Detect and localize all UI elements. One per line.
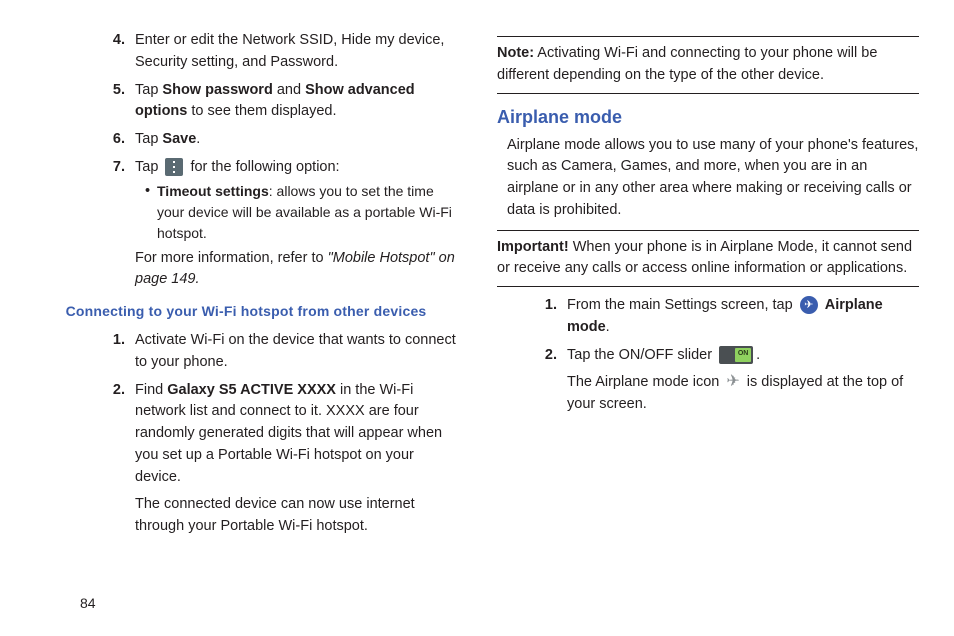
item-text: From the main Settings screen, tap ✈ Air…: [567, 295, 919, 339]
item-number: 2.: [537, 345, 567, 417]
list-item: 1. Activate Wi-Fi on the device that wan…: [105, 330, 457, 374]
bullet-item: • Timeout settings: allows you to set th…: [135, 181, 457, 244]
list-item: 1. From the main Settings screen, tap ✈ …: [537, 295, 919, 339]
paragraph: The Airplane mode icon ✈ is displayed at…: [567, 370, 919, 416]
item-text: Enter or edit the Network SSID, Hide my …: [135, 30, 457, 74]
list-item: 5. Tap Show password and Show advanced o…: [105, 80, 457, 124]
divider: [497, 286, 919, 287]
item-number: 2.: [105, 380, 135, 538]
divider: [497, 36, 919, 37]
note-text: Activating Wi-Fi and connecting to your …: [497, 45, 877, 83]
toggle-on-icon: [719, 346, 753, 364]
text: .: [756, 347, 760, 363]
page-columns: 4. Enter or edit the Network SSID, Hide …: [35, 30, 919, 544]
text: .: [196, 131, 200, 147]
text: to see them displayed.: [187, 103, 336, 119]
item-text: Find Galaxy S5 ACTIVE XXXX in the Wi-Fi …: [135, 380, 457, 538]
text: and: [273, 82, 305, 98]
subheading: Connecting to your Wi-Fi hotspot from ot…: [35, 301, 457, 322]
text: For more information, refer to: [135, 250, 328, 266]
bold-text: Save: [162, 131, 196, 147]
list-item: 7. Tap for the following option: • Timeo…: [105, 157, 457, 291]
item-text: Tap Show password and Show advanced opti…: [135, 80, 457, 124]
text: Tap: [135, 159, 162, 175]
important-label: Important!: [497, 239, 569, 255]
text: The Airplane mode icon: [567, 374, 723, 390]
paragraph: The connected device can now use interne…: [135, 494, 457, 538]
item-text: Tap the ON/OFF slider . The Airplane mod…: [567, 345, 919, 417]
paragraph: Airplane mode allows you to use many of …: [507, 135, 919, 222]
text: Tap: [135, 131, 162, 147]
note-block: Note: Activating Wi-Fi and connecting to…: [497, 43, 919, 87]
airplane-circle-icon: ✈: [800, 296, 818, 314]
text: .: [606, 319, 610, 335]
note-label: Note:: [497, 45, 534, 61]
airplane-gray-icon: ✈: [726, 370, 739, 394]
list-item: 4. Enter or edit the Network SSID, Hide …: [105, 30, 457, 74]
bold-text: Show password: [162, 82, 272, 98]
item-text: Tap for the following option: • Timeout …: [135, 157, 457, 291]
item-number: 1.: [537, 295, 567, 339]
list-item: 6. Tap Save.: [105, 129, 457, 151]
text: Tap the ON/OFF slider: [567, 347, 716, 363]
bullet-dot: •: [145, 181, 157, 244]
list-item: 2. Tap the ON/OFF slider . The Airplane …: [537, 345, 919, 417]
bold-text: Galaxy S5 ACTIVE XXXX: [167, 382, 336, 398]
item-number: 5.: [105, 80, 135, 124]
menu-icon: [165, 158, 183, 176]
text: From the main Settings screen, tap: [567, 297, 797, 313]
more-info: For more information, refer to "Mobile H…: [135, 248, 457, 292]
list-item: 2. Find Galaxy S5 ACTIVE XXXX in the Wi-…: [105, 380, 457, 538]
item-number: 6.: [105, 129, 135, 151]
item-text: Activate Wi-Fi on the device that wants …: [135, 330, 457, 374]
divider: [497, 230, 919, 231]
text: for the following option:: [186, 159, 339, 175]
bold-text: Timeout settings: [157, 183, 269, 199]
right-column: Note: Activating Wi-Fi and connecting to…: [497, 30, 919, 544]
text: Tap: [135, 82, 162, 98]
divider: [497, 93, 919, 94]
item-text: Tap Save.: [135, 129, 457, 151]
bullet-text: Timeout settings: allows you to set the …: [157, 181, 457, 244]
important-block: Important! When your phone is in Airplan…: [497, 237, 919, 281]
left-column: 4. Enter or edit the Network SSID, Hide …: [35, 30, 457, 544]
section-heading: Airplane mode: [497, 104, 919, 131]
item-number: 1.: [105, 330, 135, 374]
page-number: 84: [80, 595, 96, 611]
item-number: 7.: [105, 157, 135, 291]
text: Find: [135, 382, 167, 398]
item-number: 4.: [105, 30, 135, 74]
